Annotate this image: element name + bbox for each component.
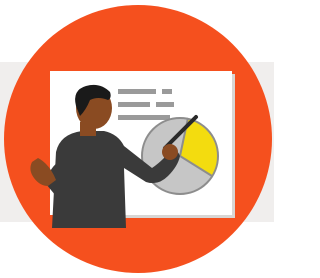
pointing-hand <box>162 144 178 160</box>
presentation-illustration <box>0 5 274 273</box>
illustration-canvas <box>0 0 274 278</box>
text-lines-icon <box>118 89 174 120</box>
